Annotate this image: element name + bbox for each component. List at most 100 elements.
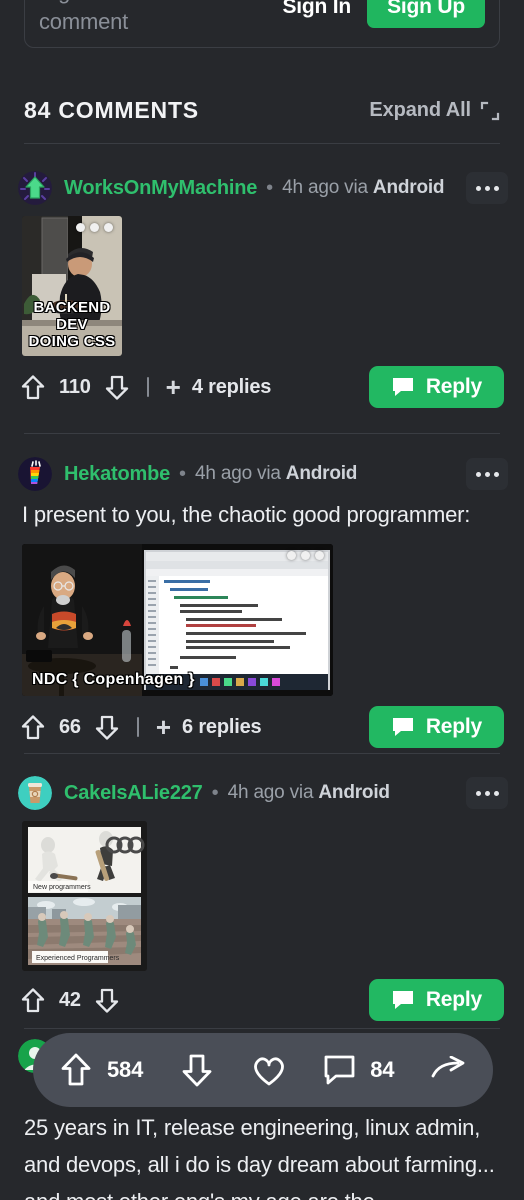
comment-more-options-button[interactable] xyxy=(466,172,508,204)
comment-divider xyxy=(24,433,500,434)
upvote-button[interactable] xyxy=(20,374,46,401)
downvote-button[interactable] xyxy=(94,714,120,741)
coffee-cup-avatar[interactable] xyxy=(18,776,52,810)
downvote-arrow-icon[interactable] xyxy=(180,1052,214,1088)
reply-button[interactable]: Reply xyxy=(368,366,504,408)
kebab-dot xyxy=(301,551,310,560)
downvote-button[interactable] xyxy=(104,374,130,401)
media-caption: BACKEND DEV DOING CSS xyxy=(22,299,122,350)
kebab-dot xyxy=(493,790,499,796)
kebab-dot xyxy=(315,551,324,560)
comment-score: 42 xyxy=(59,988,81,1011)
svg-text:Experienced Programmers: Experienced Programmers xyxy=(36,955,120,962)
comment-item: WorksOnMyMachine • 4h ago via Android BA… xyxy=(0,166,524,410)
share-arrow-icon[interactable] xyxy=(431,1056,467,1084)
comment-actions: 42 Reply xyxy=(0,977,524,1023)
floatbar-comment-group[interactable]: 84 xyxy=(323,1054,394,1087)
kebab-dot xyxy=(484,185,490,191)
expand-replies-icon[interactable]: + xyxy=(166,374,181,400)
kebab-dot xyxy=(484,471,490,477)
media-caption: NDC { Copenhagen } xyxy=(32,671,195,688)
comment-meta: 4h ago via Android xyxy=(227,782,390,803)
kebab-dot xyxy=(475,185,481,191)
comment-count: 84 xyxy=(370,1057,395,1082)
comment-username[interactable]: WorksOnMyMachine xyxy=(64,177,257,200)
kebab-dot xyxy=(475,790,481,796)
comment-bubble-icon xyxy=(392,991,413,1009)
upvote-count: 584 xyxy=(107,1057,144,1082)
comment-meta: 4h ago via Android xyxy=(195,463,358,484)
comments-count-label: 84 COMMENTS xyxy=(24,97,199,123)
comment-divider xyxy=(24,753,500,754)
comment-bubble-icon xyxy=(392,378,413,396)
comment-header: Hekatombe • 4h ago via Android xyxy=(0,452,524,496)
comment-body-text: I present to you, the chaotic good progr… xyxy=(22,502,471,527)
media-more-options-button[interactable] xyxy=(287,551,324,560)
kebab-dot xyxy=(76,223,85,232)
comment-header: WorksOnMyMachine • 4h ago via Android xyxy=(0,166,524,210)
kebab-dot xyxy=(484,790,490,796)
reply-button-label: Reply xyxy=(425,715,482,738)
reply-button-label: Reply xyxy=(425,375,482,398)
kebab-dot xyxy=(475,471,481,477)
comment-score: 110 xyxy=(59,375,91,398)
comment-score: 66 xyxy=(59,715,81,738)
expand-all-button[interactable]: Expand All xyxy=(369,99,500,122)
meta-separator: • xyxy=(211,781,219,804)
expand-icon xyxy=(480,101,500,120)
media-caption-line2: DOING CSS xyxy=(28,333,116,350)
header-divider xyxy=(24,143,500,144)
meta-separator: • xyxy=(179,462,187,485)
comment-header: CakeIsALie227 • 4h ago via Android xyxy=(0,771,524,815)
comment-item: Hekatombe • 4h ago via Android I present… xyxy=(0,452,524,750)
partial-comment-text: 25 years in IT, release engineering, lin… xyxy=(24,1115,495,1200)
kebab-dot xyxy=(104,223,113,232)
media-more-options-button[interactable] xyxy=(76,223,113,232)
comment-media-thumbnail[interactable]: New programmers Experienced Programmers xyxy=(22,821,147,971)
comment-actions: 66 + 6 replies Reply xyxy=(0,704,524,750)
expand-all-label: Expand All xyxy=(369,99,471,121)
action-divider xyxy=(136,717,139,737)
comments-page: Sign in to leave a comment Sign In Sign … xyxy=(0,0,524,1200)
comment-username[interactable]: Hekatombe xyxy=(64,463,170,486)
replies-count-label[interactable]: 6 replies xyxy=(182,716,262,739)
sign-up-button[interactable]: Sign Up xyxy=(367,0,485,28)
heart-icon[interactable] xyxy=(251,1054,287,1087)
upvote-button[interactable] xyxy=(20,714,46,741)
svg-text:New programmers: New programmers xyxy=(33,884,91,891)
upvote-arrow-icon[interactable] xyxy=(59,1052,93,1088)
comment-actions: 110 + 4 replies Reply xyxy=(0,364,524,410)
reply-button-label: Reply xyxy=(425,988,482,1011)
floatbar-upvote-group[interactable]: 584 xyxy=(59,1052,143,1088)
downvote-button[interactable] xyxy=(94,987,120,1014)
reply-button[interactable]: Reply xyxy=(368,706,504,748)
comment-composer[interactable]: Sign in to leave a comment Sign In Sign … xyxy=(24,0,500,48)
comment-meta: 4h ago via Android xyxy=(282,177,445,198)
media-caption-line1: BACKEND DEV xyxy=(33,299,111,333)
upvote-button[interactable] xyxy=(20,987,46,1014)
sign-in-link[interactable]: Sign In xyxy=(282,0,351,19)
kebab-dot xyxy=(493,185,499,191)
comment-more-options-button[interactable] xyxy=(466,777,508,809)
comment-bubble-icon[interactable] xyxy=(323,1054,356,1087)
action-divider xyxy=(146,377,149,397)
reply-button[interactable]: Reply xyxy=(368,979,504,1021)
comment-media-thumbnail[interactable]: BACKEND DEV DOING CSS xyxy=(22,216,122,356)
comment-more-options-button[interactable] xyxy=(466,458,508,490)
comment-input-placeholder[interactable]: Sign in to leave a comment xyxy=(39,0,282,37)
media-caption-line1: NDC { Copenhagen } xyxy=(32,671,195,688)
comment-item: CakeIsALie227 • 4h ago via Android New p… xyxy=(0,771,524,1023)
replies-count-label[interactable]: 4 replies xyxy=(192,376,272,399)
comments-header: 84 COMMENTS Expand All xyxy=(24,97,500,124)
kebab-dot xyxy=(90,223,99,232)
meta-separator: • xyxy=(266,176,274,199)
expand-replies-icon[interactable]: + xyxy=(156,714,171,740)
kebab-dot xyxy=(493,471,499,477)
upvote-arrow-avatar[interactable] xyxy=(18,171,52,205)
kebab-dot xyxy=(287,551,296,560)
rainbow-hand-avatar[interactable] xyxy=(18,457,52,491)
comment-bubble-icon xyxy=(392,718,413,736)
comment-media-thumbnail[interactable]: NDC { Copenhagen } xyxy=(22,544,333,696)
floating-action-bar: 584 84 xyxy=(33,1033,493,1107)
comment-username[interactable]: CakeIsALie227 xyxy=(64,782,203,805)
